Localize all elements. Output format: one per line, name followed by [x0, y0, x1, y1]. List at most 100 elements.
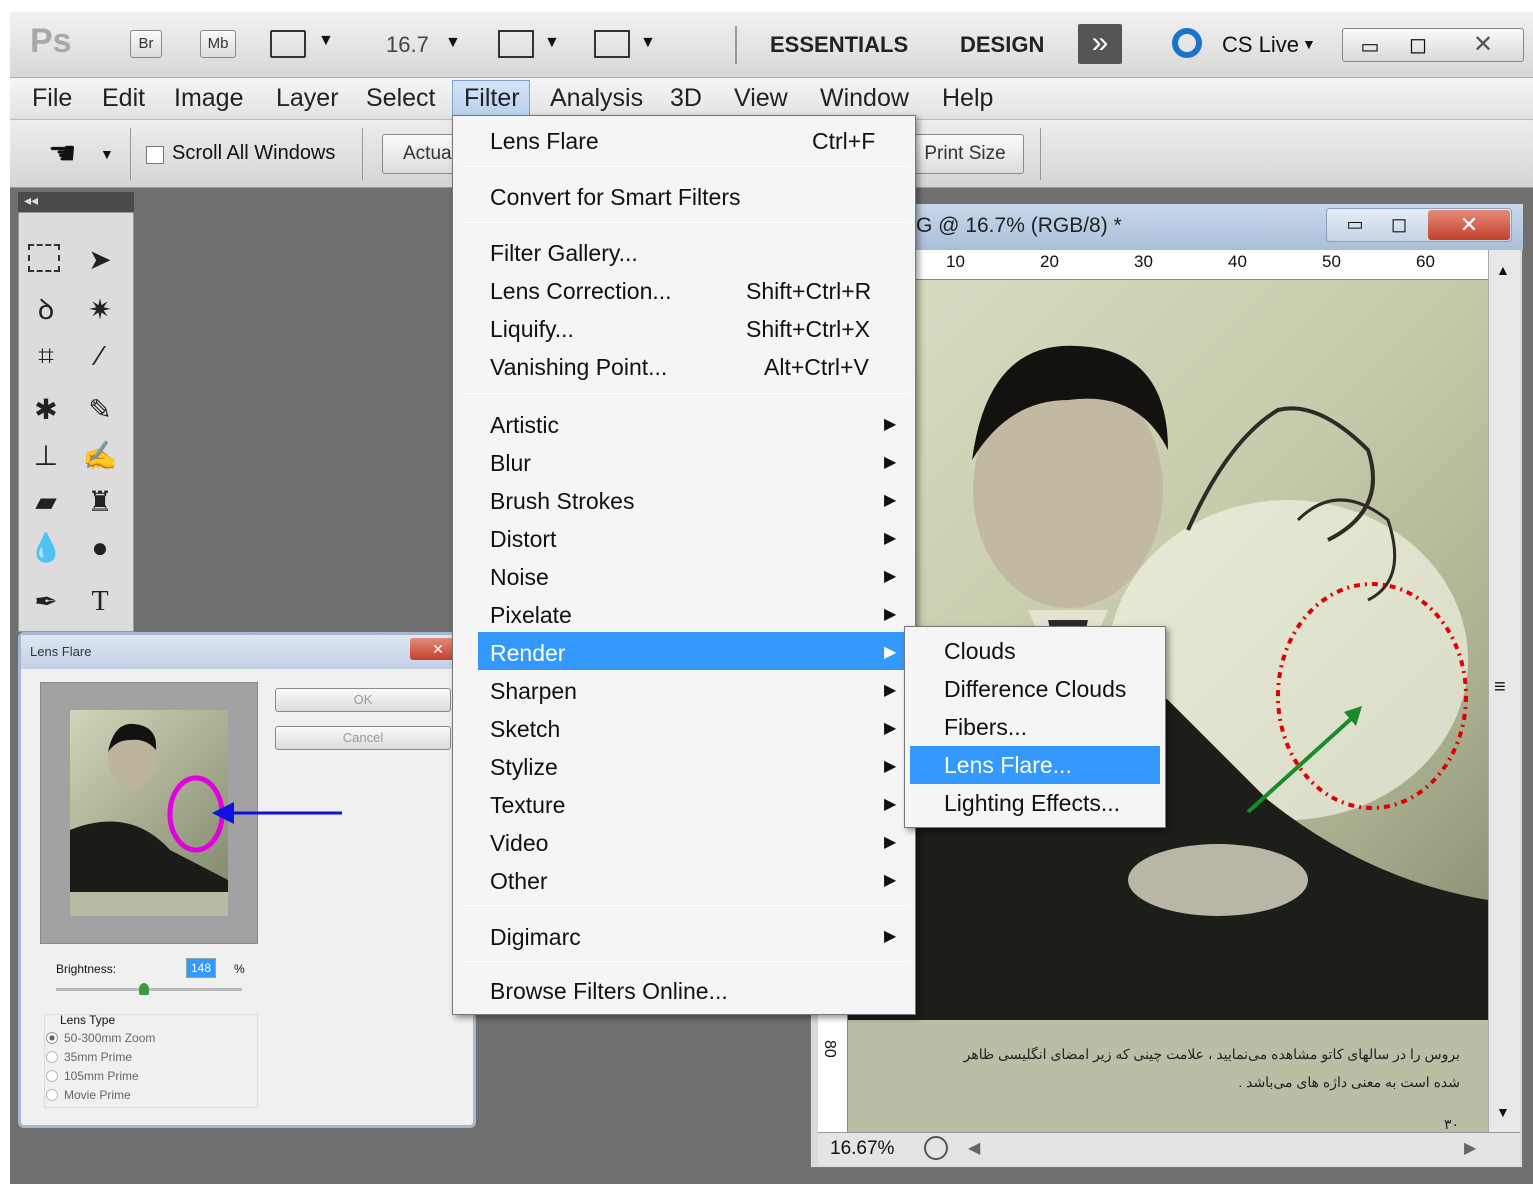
crop-tool-icon[interactable]: ⌗	[26, 336, 66, 376]
menuitem-lens-flare[interactable]: Lens Flare...	[944, 752, 1072, 779]
minimize-icon[interactable]: ▭	[1356, 34, 1384, 59]
menuitem-pixelate[interactable]: Pixelate	[490, 602, 572, 629]
lens-radio[interactable]	[46, 1051, 58, 1063]
chevron-down-icon[interactable]: ▼	[100, 146, 114, 162]
more-workspaces-button[interactable]: »	[1078, 24, 1122, 64]
menuitem-vanishing-point[interactable]: Vanishing Point...	[490, 354, 667, 381]
actual-pixels-button[interactable]: Actua	[382, 134, 462, 174]
menuitem-other[interactable]: Other	[490, 868, 548, 895]
lens-option: Movie Prime	[64, 1088, 131, 1102]
menuitem-brush-strokes[interactable]: Brush Strokes	[490, 488, 634, 515]
menuitem-artistic[interactable]: Artistic	[490, 412, 559, 439]
menu-window[interactable]: Window	[820, 84, 909, 113]
menuitem-blur[interactable]: Blur	[490, 450, 531, 477]
ok-button[interactable]: OK	[275, 688, 451, 712]
hand-tool-icon[interactable]: ☚	[48, 134, 77, 172]
menu-file[interactable]: File	[32, 84, 72, 113]
menu-3d[interactable]: 3D	[670, 84, 702, 113]
lens-radio[interactable]	[46, 1089, 58, 1101]
menu-separator	[460, 905, 910, 906]
menu-image[interactable]: Image	[174, 84, 243, 113]
menu-layer[interactable]: Layer	[276, 84, 339, 113]
marquee-tool-icon[interactable]	[28, 244, 60, 272]
chevron-down-icon[interactable]: ▼	[640, 34, 656, 52]
menuitem-video[interactable]: Video	[490, 830, 548, 857]
brightness-slider-thumb[interactable]	[139, 983, 149, 995]
minimize-icon[interactable]: ▭	[1340, 214, 1370, 235]
menuitem-last-filter[interactable]: Lens Flare	[490, 128, 599, 155]
menuitem-texture[interactable]: Texture	[490, 792, 565, 819]
menuitem-render[interactable]: Render	[490, 640, 565, 667]
cs-live-menu[interactable]: CS Live	[1222, 32, 1299, 58]
timer-icon[interactable]	[924, 1136, 948, 1160]
pen-tool-icon[interactable]: ✒	[26, 582, 66, 622]
menuitem-lighting-effects[interactable]: Lighting Effects...	[944, 790, 1120, 817]
cs-live-icon[interactable]	[1172, 28, 1202, 58]
maximize-icon[interactable]: ◻	[1404, 32, 1432, 58]
zoom-field[interactable]: 16.67%	[830, 1138, 894, 1160]
view-extras-icon[interactable]	[270, 30, 306, 58]
scroll-right-icon[interactable]: ▶	[1464, 1138, 1476, 1158]
cancel-button[interactable]: Cancel	[275, 726, 451, 750]
workspace-design[interactable]: DESIGN	[960, 32, 1044, 58]
menuitem-convert-smart-filters[interactable]: Convert for Smart Filters	[490, 184, 741, 211]
menuitem-browse-filters-online[interactable]: Browse Filters Online...	[490, 978, 728, 1005]
eraser-tool-icon[interactable]: ▰	[26, 482, 66, 522]
brightness-input[interactable]: 148	[186, 958, 216, 978]
screen-mode-icon[interactable]	[594, 30, 630, 58]
scroll-up-icon[interactable]: ▲	[1496, 262, 1510, 278]
workspace-essentials[interactable]: ESSENTIALS	[770, 32, 908, 58]
lens-radio[interactable]	[46, 1070, 58, 1082]
menuitem-clouds[interactable]: Clouds	[944, 638, 1016, 665]
scroll-thumb-grip-icon[interactable]: ≡	[1494, 676, 1506, 699]
brush-tool-icon[interactable]: ✎	[80, 390, 120, 430]
menuitem-sharpen[interactable]: Sharpen	[490, 678, 577, 705]
healing-brush-tool-icon[interactable]: ✱	[26, 390, 66, 430]
dodge-tool-icon[interactable]: ●	[80, 528, 120, 568]
blur-tool-icon[interactable]: 💧	[26, 528, 66, 568]
menuitem-filter-gallery[interactable]: Filter Gallery...	[490, 240, 638, 267]
chevron-down-icon[interactable]: ▼	[445, 34, 461, 52]
menuitem-sketch[interactable]: Sketch	[490, 716, 560, 743]
scroll-all-windows-checkbox[interactable]	[146, 146, 164, 164]
eyedropper-tool-icon[interactable]: ⁄	[80, 336, 120, 376]
menuitem-distort[interactable]: Distort	[490, 526, 556, 553]
menu-analysis[interactable]: Analysis	[550, 84, 643, 113]
maximize-icon[interactable]: ◻	[1384, 212, 1414, 237]
magic-wand-tool-icon[interactable]: ✷	[80, 290, 120, 330]
menuitem-noise[interactable]: Noise	[490, 564, 549, 591]
zoom-level[interactable]: 16.7	[386, 32, 429, 58]
paint-bucket-tool-icon[interactable]: ♜	[80, 482, 120, 522]
lasso-tool-icon[interactable]: ꝺ	[26, 290, 66, 330]
type-tool-icon[interactable]: T	[80, 582, 120, 622]
scroll-down-icon[interactable]: ▼	[1496, 1104, 1510, 1120]
menu-select[interactable]: Select	[366, 84, 435, 113]
move-tool-icon[interactable]: ➤	[80, 240, 120, 280]
mini-bridge-button[interactable]: Mb	[200, 30, 236, 58]
menuitem-lens-correction[interactable]: Lens Correction...	[490, 278, 672, 305]
menuitem-difference-clouds[interactable]: Difference Clouds	[944, 676, 1126, 703]
menuitem-fibers[interactable]: Fibers...	[944, 714, 1027, 741]
chevron-down-icon[interactable]: ▼	[544, 34, 560, 52]
menuitem-digimarc[interactable]: Digimarc	[490, 924, 581, 951]
submenu-arrow-icon: ▶	[884, 454, 897, 471]
chevron-down-icon[interactable]: ▼	[318, 32, 334, 50]
brightness-slider-track[interactable]	[56, 988, 242, 991]
menu-help[interactable]: Help	[942, 84, 993, 113]
menuitem-liquify[interactable]: Liquify...	[490, 316, 574, 343]
bridge-button[interactable]: Br	[130, 30, 162, 58]
arrange-documents-icon[interactable]	[498, 30, 534, 58]
scroll-left-icon[interactable]: ◀	[968, 1138, 980, 1158]
menu-filter[interactable]: Filter	[464, 84, 520, 113]
lens-radio-selected[interactable]	[46, 1032, 58, 1044]
menuitem-stylize[interactable]: Stylize	[490, 754, 558, 781]
menu-view[interactable]: View	[734, 84, 788, 113]
history-brush-tool-icon[interactable]: ✍	[80, 436, 120, 476]
clone-stamp-tool-icon[interactable]: ⊥	[26, 436, 66, 476]
print-size-button[interactable]: Print Size	[906, 134, 1024, 174]
close-icon[interactable]: ✕	[1428, 210, 1510, 240]
menu-edit[interactable]: Edit	[102, 84, 145, 113]
collapse-icon[interactable]: ◂◂	[24, 192, 38, 209]
close-icon[interactable]: ✕	[1466, 30, 1500, 59]
chevron-down-icon[interactable]: ▼	[1302, 36, 1316, 52]
